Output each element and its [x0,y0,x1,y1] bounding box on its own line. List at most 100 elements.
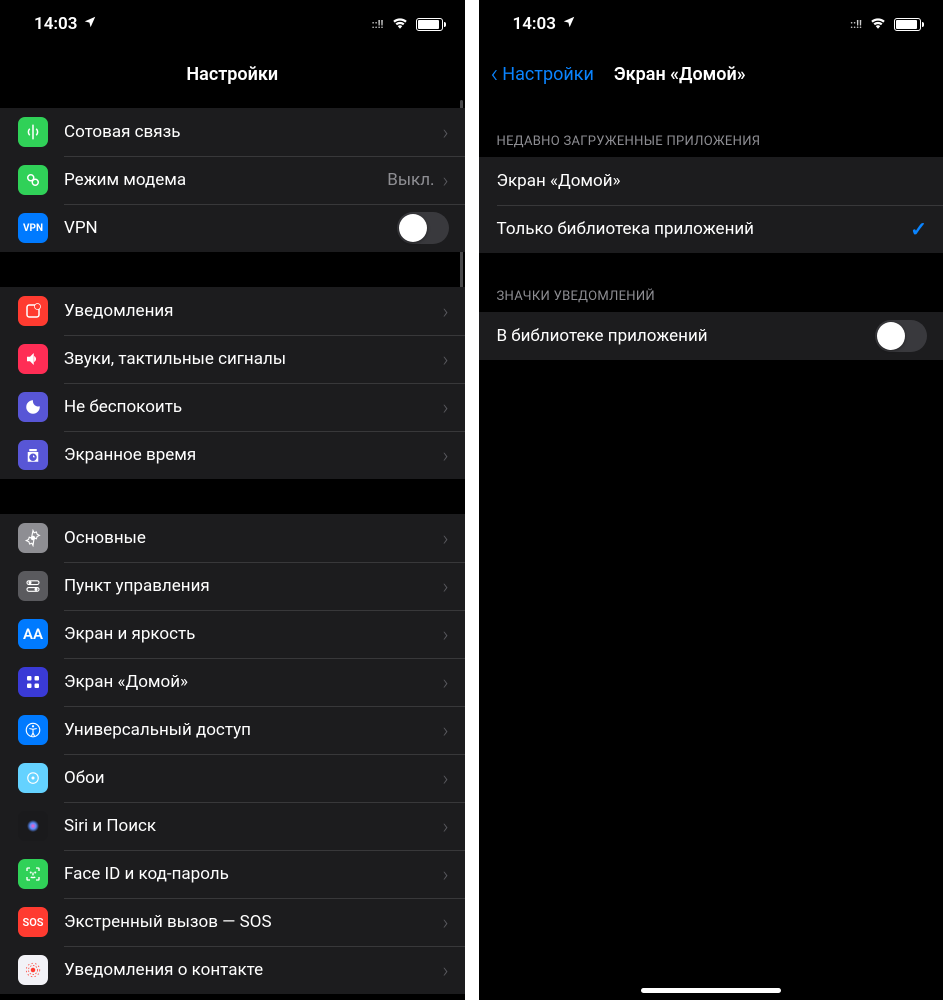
chevron-right-icon: › [443,766,449,790]
row-label: В библиотеке приложений [497,326,876,346]
settings-group-notifications: Уведомления › Звуки, тактильные сигналы … [0,287,465,479]
faceid-icon [18,859,48,889]
nav-header: ‹ Настройки Экран «Домой» [479,48,943,100]
vpn-toggle[interactable] [397,212,449,244]
row-accessibility[interactable]: Универсальный доступ › [0,706,465,754]
row-label: Экран и яркость [64,624,443,644]
row-faceid[interactable]: Face ID и код-пароль › [0,850,465,898]
sos-icon: SOS [18,907,48,937]
badges-toggle[interactable] [875,320,927,352]
row-badges-in-library[interactable]: В библиотеке приложений [479,312,943,360]
hotspot-icon [18,165,48,195]
chevron-right-icon: › [443,958,449,982]
location-icon [83,14,97,34]
row-label: Экран «Домой» [497,171,928,191]
section-header-badges: ЗНАЧКИ УВЕДОМЛЕНИЙ [479,281,943,312]
general-icon [18,523,48,553]
chevron-right-icon: › [443,120,449,144]
homescreen-settings-list[interactable]: НЕДАВНО ЗАГРУЖЕННЫЕ ПРИЛОЖЕНИЯ Экран «До… [479,100,943,1000]
chevron-right-icon: › [443,910,449,934]
chevron-left-icon: ‹ [491,61,499,87]
row-label: Основные [64,528,443,548]
settings-group-connectivity: Сотовая связь › Режим модема Выкл. › VPN… [0,108,465,252]
wifi-icon [869,14,887,34]
row-label: Экран «Домой» [64,672,443,692]
row-label: Универсальный доступ [64,720,443,740]
row-exposure[interactable]: Уведомления о контакте › [0,946,465,994]
chevron-right-icon: › [443,347,449,371]
row-label: Не беспокоить [64,397,443,417]
checkmark-icon: ✓ [910,217,927,241]
chevron-right-icon: › [443,862,449,886]
signal-secondary-icon: ::!! [372,18,384,31]
wallpaper-icon [18,763,48,793]
row-sos[interactable]: SOS Экстренный вызов — SOS › [0,898,465,946]
controlcenter-icon [18,571,48,601]
page-title: Настройки [0,64,465,85]
nav-header: Настройки [0,48,465,100]
row-display[interactable]: AA Экран и яркость › [0,610,465,658]
signal-secondary-icon: ::!! [850,18,862,31]
chevron-right-icon: › [443,526,449,550]
vpn-icon: VPN [18,213,48,243]
chevron-right-icon: › [443,574,449,598]
screentime-icon [18,440,48,470]
page-title: Экран «Домой» [614,64,746,85]
location-icon [562,14,576,34]
row-controlcenter[interactable]: Пункт управления › [0,562,465,610]
row-label: Уведомления [64,301,443,321]
status-bar: 14:03 ::!! [479,0,943,48]
chevron-right-icon: › [443,670,449,694]
back-button[interactable]: ‹ Настройки [491,61,594,87]
option-home-screen[interactable]: Экран «Домой» [479,157,943,205]
chevron-right-icon: › [443,718,449,742]
row-label: Siri и Поиск [64,816,443,836]
row-notifications[interactable]: Уведомления › [0,287,465,335]
back-label: Настройки [502,64,594,85]
row-screentime[interactable]: Экранное время › [0,431,465,479]
row-label: Режим модема [64,170,387,190]
chevron-right-icon: › [443,814,449,838]
notifications-icon [18,296,48,326]
exposure-icon [18,955,48,985]
row-homescreen[interactable]: Экран «Домой» › [0,658,465,706]
row-label: Экстренный вызов — SOS [64,912,443,932]
accessibility-icon [18,715,48,745]
row-general[interactable]: Основные › [0,514,465,562]
wifi-icon [391,14,409,34]
sounds-icon [18,344,48,374]
row-label: VPN [64,218,397,238]
chevron-right-icon: › [443,443,449,467]
row-vpn[interactable]: VPN VPN [0,204,465,252]
homescreen-icon [18,667,48,697]
row-siri[interactable]: Siri и Поиск › [0,802,465,850]
chevron-right-icon: › [443,622,449,646]
dnd-icon [18,392,48,422]
home-indicator[interactable] [641,988,781,993]
row-label: Экранное время [64,445,443,465]
status-time: 14:03 [513,14,556,34]
row-wallpaper[interactable]: Обои › [0,754,465,802]
section-recent-apps: Экран «Домой» Только библиотека приложен… [479,157,943,253]
status-time: 14:03 [34,14,77,34]
section-header-recent: НЕДАВНО ЗАГРУЖЕННЫЕ ПРИЛОЖЕНИЯ [479,126,943,157]
row-sounds[interactable]: Звуки, тактильные сигналы › [0,335,465,383]
row-cellular[interactable]: Сотовая связь › [0,108,465,156]
settings-group-general: Основные › Пункт управления › AA Экран и… [0,514,465,994]
row-label: Обои [64,768,443,788]
chevron-right-icon: › [443,395,449,419]
option-app-library-only[interactable]: Только библиотека приложений ✓ [479,205,943,253]
cellular-icon [18,117,48,147]
settings-list[interactable]: Сотовая связь › Режим модема Выкл. › VPN… [0,100,465,1000]
row-label: Сотовая связь [64,122,443,142]
battery-icon [894,18,921,31]
row-detail: Выкл. [387,170,434,190]
row-dnd[interactable]: Не беспокоить › [0,383,465,431]
row-hotspot[interactable]: Режим модема Выкл. › [0,156,465,204]
row-label: Face ID и код-пароль [64,864,443,884]
chevron-right-icon: › [443,168,449,192]
display-icon: AA [18,619,48,649]
phone-homescreen-settings: 14:03 ::!! ‹ Настройки Экран «Домой» НЕД… [479,0,943,1000]
siri-icon [18,811,48,841]
row-label: Звуки, тактильные сигналы [64,349,443,369]
